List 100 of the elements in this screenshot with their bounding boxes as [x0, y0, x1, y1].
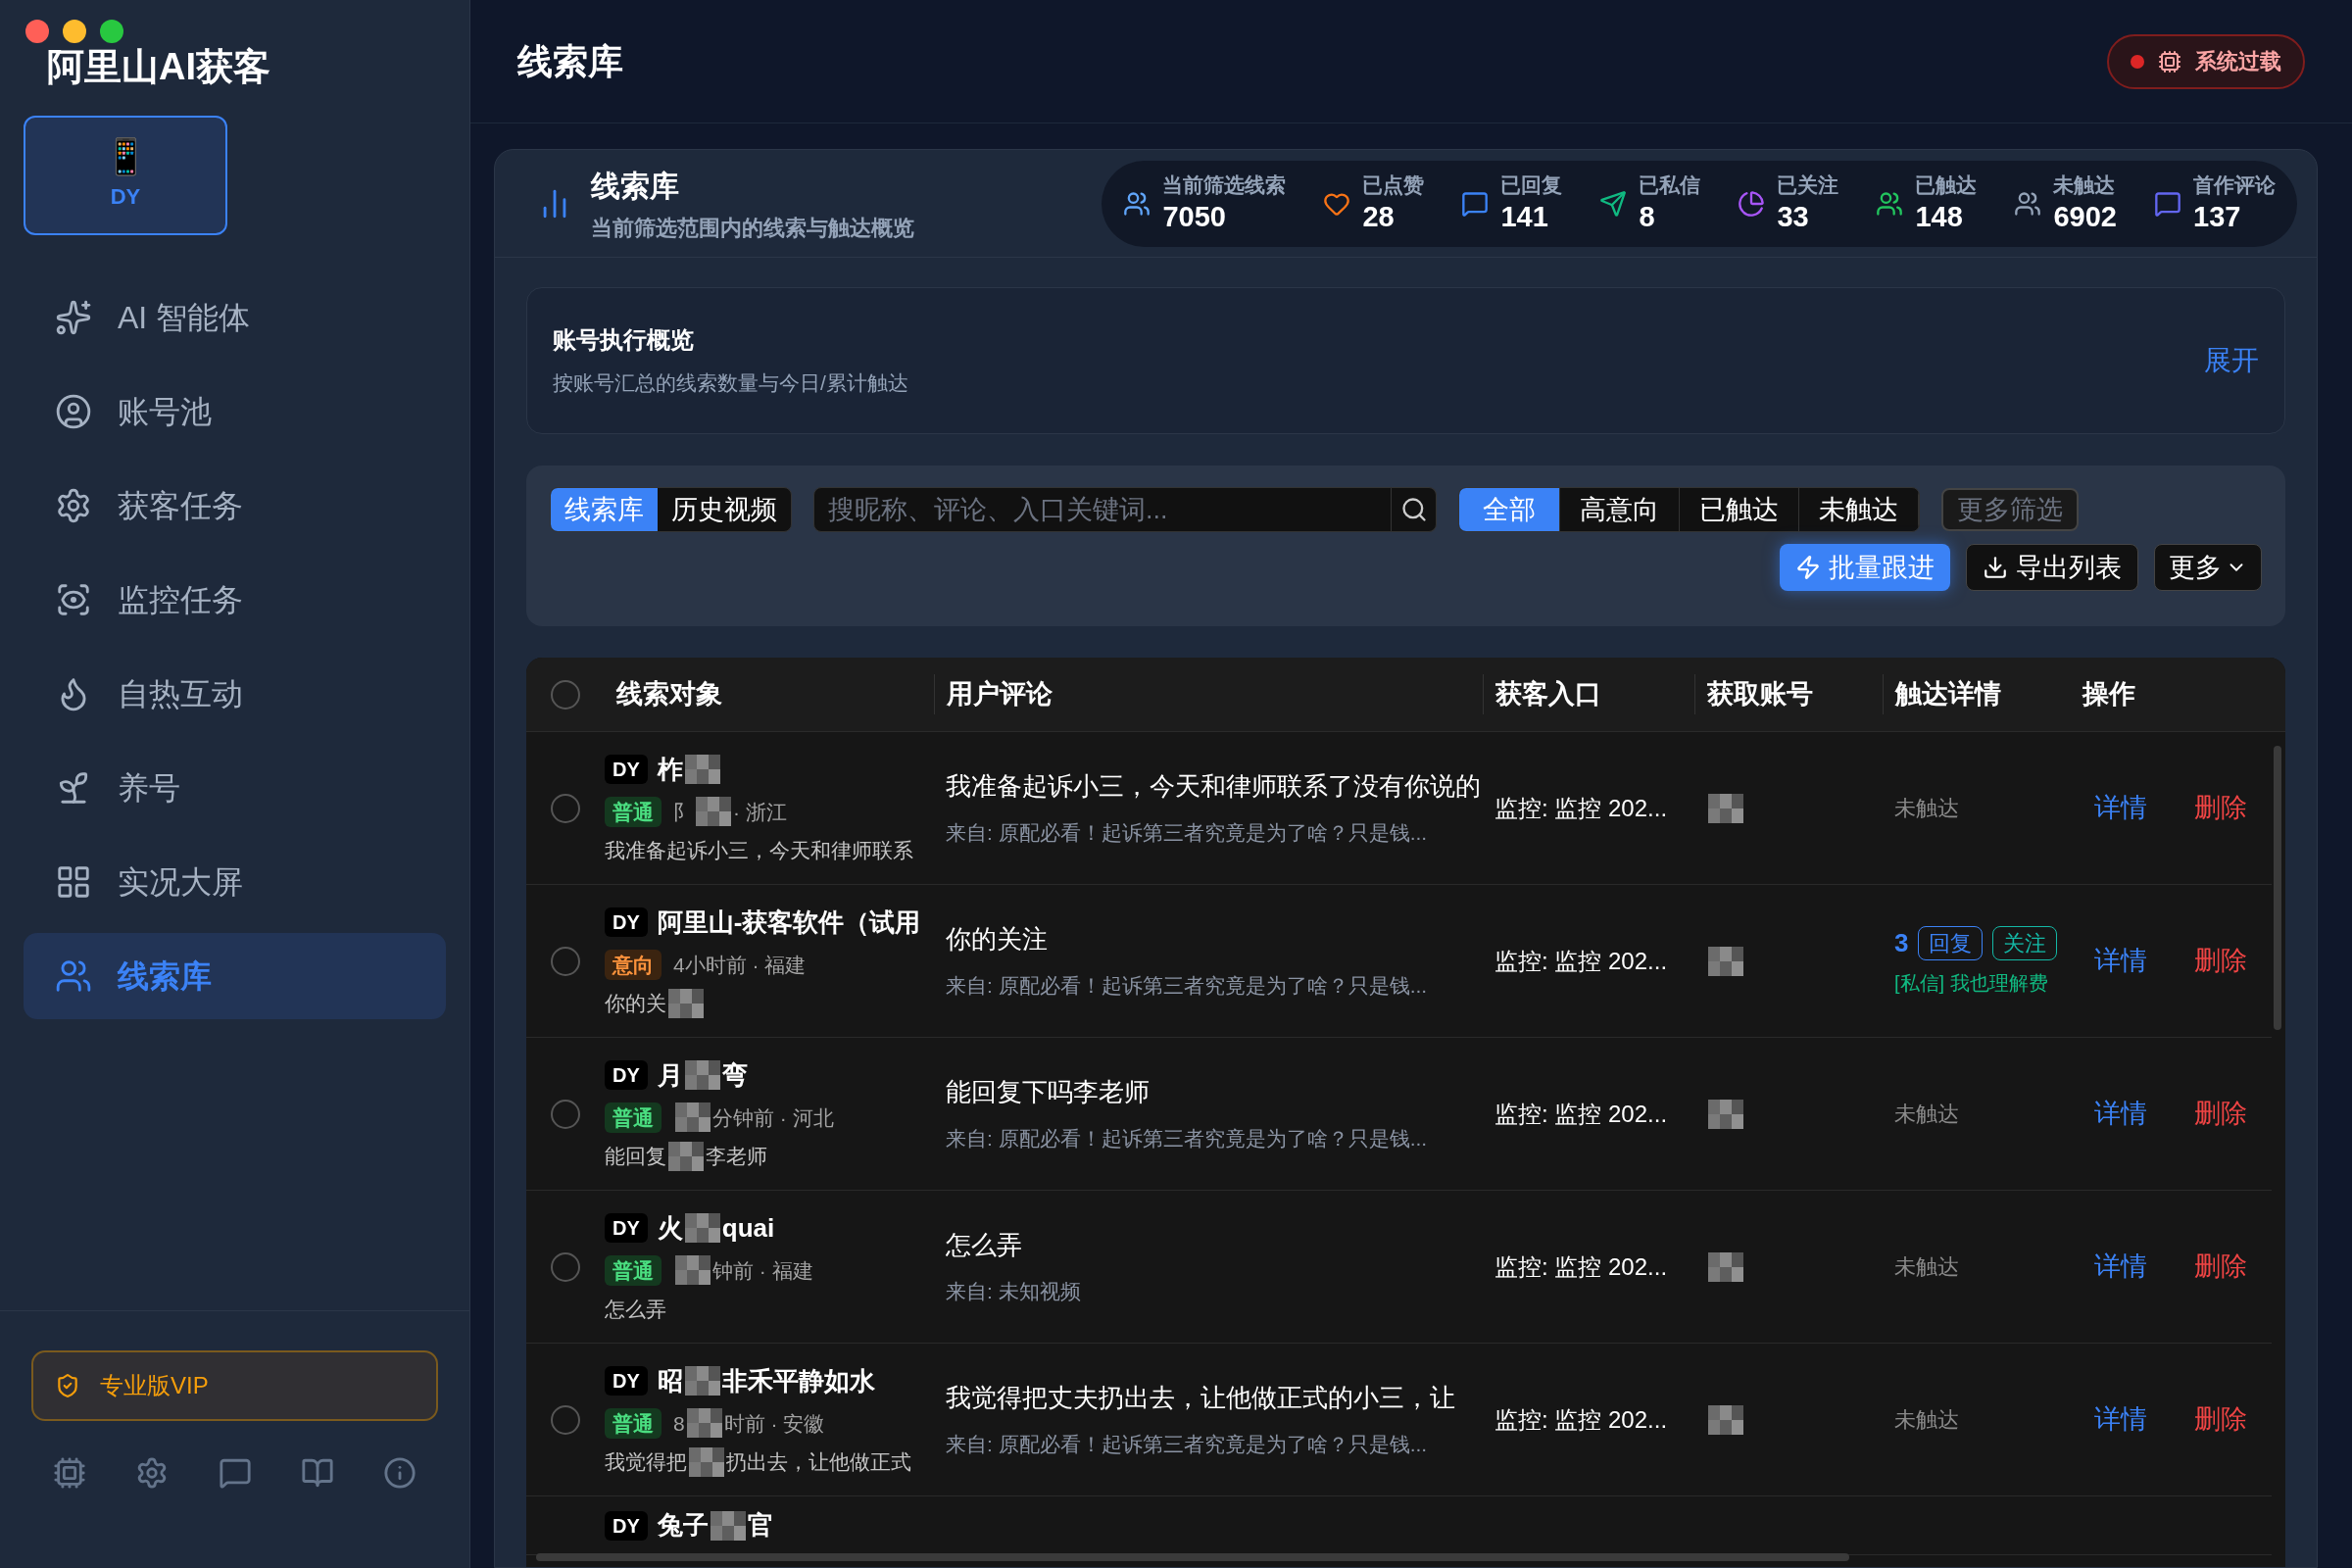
source-tab[interactable]: 历史视频 — [658, 488, 791, 531]
nav-icon — [55, 299, 92, 336]
lead-name: 柞 — [657, 753, 683, 786]
stat-icon — [1599, 189, 1628, 218]
summary-subtitle: 当前筛选范围内的线索与触达概览 — [591, 214, 914, 242]
detail-link[interactable]: 详情 — [2094, 1094, 2147, 1134]
book-icon[interactable] — [300, 1456, 334, 1490]
stat-value: 148 — [1915, 199, 1964, 234]
delete-link[interactable]: 删除 — [2194, 1247, 2247, 1287]
reach-tag: 关注 — [1992, 926, 2058, 960]
export-button[interactable]: 导出列表 — [1966, 544, 2138, 591]
vertical-scrollbar[interactable] — [2274, 746, 2281, 1030]
nav-icon — [55, 487, 92, 524]
nav-icon — [55, 957, 92, 995]
source-tab[interactable]: 线索库 — [551, 488, 658, 531]
platform-badge: DY — [605, 907, 648, 937]
comment-source: 来自: 原配必看！起诉第三者究竟是为了啥？只是钱... — [946, 1432, 1429, 1458]
entry-text: 监控: 监控 202... — [1494, 794, 1668, 821]
comment-text: 怎么弄 — [946, 1229, 1023, 1262]
zoom-window-button[interactable] — [100, 20, 123, 43]
info-icon[interactable] — [383, 1456, 416, 1490]
delete-link[interactable]: 删除 — [2194, 941, 2247, 981]
reach-message: [私信] 我也理解费 — [1894, 971, 2049, 996]
stat-icon — [1123, 189, 1152, 218]
segment-tab[interactable]: 高意向 — [1560, 488, 1680, 531]
search-button[interactable] — [1392, 487, 1437, 532]
entry-text: 监控: 监控 202... — [1494, 1100, 1668, 1127]
delete-link[interactable]: 删除 — [2194, 1399, 2247, 1440]
row-checkbox[interactable] — [551, 946, 580, 976]
delete-link[interactable]: 删除 — [2194, 788, 2247, 828]
download-icon — [1983, 555, 2008, 580]
segment-tab[interactable]: 全部 — [1459, 488, 1560, 531]
redaction-block — [710, 1510, 746, 1541]
lead-tag: 普通 — [605, 1102, 662, 1133]
segment-tab[interactable]: 已触达 — [1680, 488, 1799, 531]
select-all-checkbox[interactable] — [551, 679, 580, 710]
nav-item[interactable]: AI 智能体 — [24, 274, 446, 361]
more-menu-button[interactable]: 更多 — [2154, 544, 2262, 591]
app-title: 阿里山AI获客 — [47, 47, 270, 86]
lead-meta: 钟前 · 福建 — [712, 1257, 813, 1284]
row-checkbox[interactable] — [551, 1404, 580, 1435]
comment-source: 来自: 原配必看！起诉第三者究竟是为了啥？只是钱... — [946, 973, 1429, 1000]
entry-text: 监控: 监控 202... — [1494, 1405, 1668, 1433]
stat-value: 33 — [1777, 199, 1810, 234]
overview-subtitle: 按账号汇总的线索数量与今日/累计触达 — [553, 370, 908, 397]
segment-tab[interactable]: 未触达 — [1799, 488, 1919, 531]
redaction-block — [668, 1141, 704, 1171]
platform-badge: DY — [605, 1366, 648, 1396]
detail-link[interactable]: 详情 — [2094, 941, 2147, 981]
column-header: 操作 — [2082, 679, 2135, 710]
chip-icon — [2158, 49, 2181, 74]
redaction-block — [689, 1446, 724, 1477]
lead-name: 兔子 — [657, 1509, 709, 1542]
reach-tag: 回复 — [1918, 926, 1984, 960]
entry-text: 监控: 监控 202... — [1494, 947, 1668, 974]
platform-card[interactable]: 📱 DY — [24, 116, 227, 235]
lead-tag: 普通 — [605, 1407, 662, 1439]
chip-icon[interactable] — [53, 1456, 86, 1490]
lead-name: 昭 — [657, 1364, 683, 1397]
nav-item[interactable]: 养号 — [24, 745, 446, 831]
chat-icon[interactable] — [218, 1456, 252, 1490]
nav-item[interactable]: 获客任务 — [24, 463, 446, 549]
comment-preview: 李老师 — [706, 1144, 767, 1169]
detail-link[interactable]: 详情 — [2094, 1247, 2147, 1287]
lead-meta: 阝 — [673, 799, 694, 825]
vip-badge[interactable]: 专业版VIP — [31, 1350, 438, 1421]
comment-preview: 能回复 — [605, 1144, 666, 1169]
summary-title: 线索库 — [591, 168, 680, 204]
row-checkbox[interactable] — [551, 1099, 580, 1129]
delete-link[interactable]: 删除 — [2194, 1094, 2247, 1134]
detail-link[interactable]: 详情 — [2094, 788, 2147, 828]
nav-icon — [55, 863, 92, 901]
lead-name: 火 — [657, 1211, 683, 1245]
row-checkbox[interactable] — [551, 793, 580, 823]
nav-item[interactable]: 线索库 — [24, 933, 446, 1019]
comment-preview: 扔出去，让他做正式 — [726, 1449, 911, 1475]
detail-link[interactable]: 详情 — [2094, 1399, 2147, 1440]
minimize-window-button[interactable] — [63, 20, 86, 43]
redaction-block — [686, 1408, 722, 1439]
platform-badge: DY — [605, 1510, 648, 1541]
nav-item[interactable]: 实况大屏 — [24, 839, 446, 925]
column-header: 获客入口 — [1495, 679, 1601, 710]
expand-link[interactable]: 展开 — [2204, 340, 2259, 381]
comment-source: 来自: 未知视频 — [946, 1279, 1082, 1305]
lead-tag: 意向 — [605, 949, 662, 980]
nav-item[interactable]: 账号池 — [24, 368, 446, 455]
row-checkbox[interactable] — [551, 1251, 580, 1282]
comment-source: 来自: 原配必看！起诉第三者究竟是为了啥？只是钱... — [946, 1126, 1429, 1152]
more-filters-button[interactable]: 更多筛选 — [1941, 488, 2079, 531]
lead-tag: 普通 — [605, 1254, 662, 1286]
redaction-block — [684, 1366, 720, 1396]
nav-item[interactable]: 监控任务 — [24, 557, 446, 643]
batch-follow-button[interactable]: 批量跟进 — [1780, 544, 1950, 591]
search-field[interactable]: 搜昵称、评论、入口关键词... — [813, 487, 1392, 532]
stat-label: 已点赞 — [1362, 172, 1425, 199]
lead-name: 阿里山-获客软件（试用 — [657, 906, 921, 939]
nav-item[interactable]: 自热互动 — [24, 651, 446, 737]
redaction-block — [684, 1213, 720, 1243]
horizontal-scrollbar[interactable] — [536, 1553, 1849, 1561]
close-window-button[interactable] — [25, 20, 49, 43]
